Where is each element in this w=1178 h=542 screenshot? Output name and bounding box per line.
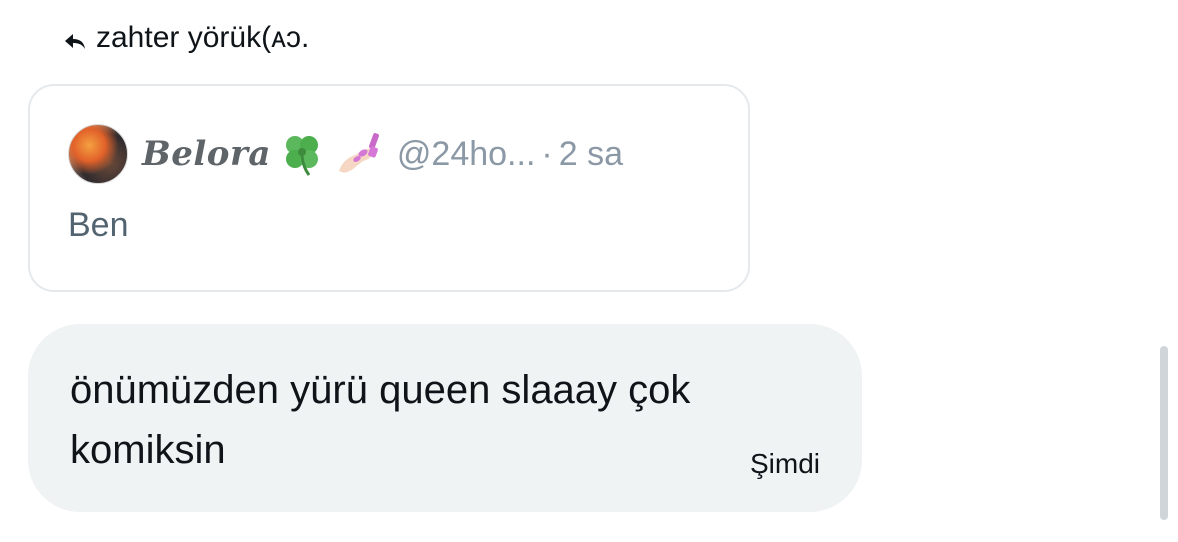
post-time[interactable]: 2 sa bbox=[559, 135, 623, 174]
nail-polish-icon bbox=[333, 129, 383, 179]
avatar[interactable] bbox=[68, 124, 128, 184]
scrollbar[interactable] bbox=[1160, 346, 1168, 520]
display-name[interactable]: Belora bbox=[142, 134, 271, 174]
user-handle[interactable]: @24ho... bbox=[397, 135, 536, 174]
reply-header[interactable]: zahter yörük(ᴀɔ. bbox=[64, 20, 309, 56]
message-bubble[interactable]: önümüzden yürü queen slaaay çok komiksin… bbox=[28, 324, 862, 512]
message-text: önümüzden yürü queen slaaay çok komiksin bbox=[70, 368, 691, 472]
separator-dot: · bbox=[541, 134, 553, 173]
quoted-tweet-card[interactable]: Belora @24ho... · 2 sa Ben bbox=[28, 84, 750, 292]
message-timestamp: Şimdi bbox=[749, 448, 820, 479]
quoted-tweet-header: Belora @24ho... · 2 sa bbox=[68, 122, 623, 186]
quoted-tweet-text: Ben bbox=[68, 206, 129, 244]
four-leaf-clover-icon bbox=[277, 129, 327, 179]
reply-to-text: zahter yörük(ᴀɔ. bbox=[96, 21, 310, 54]
reply-arrow-icon bbox=[64, 27, 86, 49]
